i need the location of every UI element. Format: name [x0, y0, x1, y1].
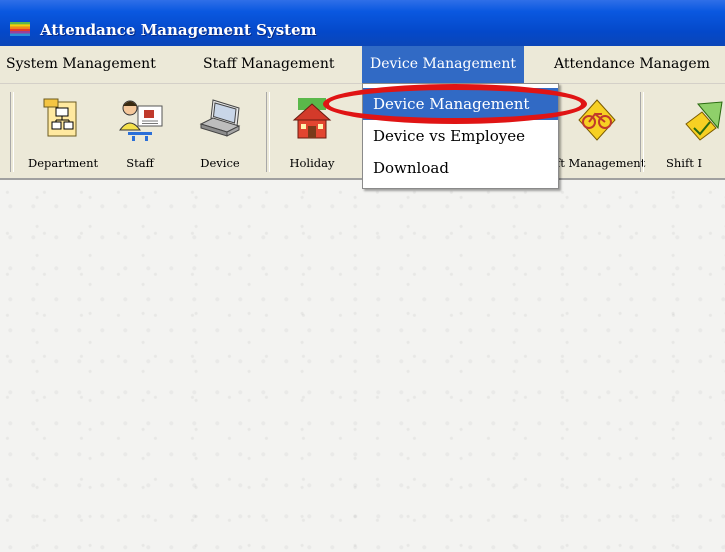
holiday-button[interactable]: Holiday [280, 88, 344, 174]
menu-attendance-management[interactable]: Attendance Managem [554, 46, 710, 83]
title-bar: Attendance Management System [0, 0, 725, 46]
device-label: Device [200, 156, 240, 170]
shift-management-button[interactable]: ft Management [556, 88, 646, 174]
department-button[interactable]: Department [28, 88, 99, 174]
menu-system-management[interactable]: System Management [6, 46, 156, 83]
toolbar-separator [10, 92, 14, 172]
menu-device-management[interactable]: Device Management [362, 46, 524, 83]
device-icon [199, 99, 241, 137]
staff-icon [119, 100, 163, 141]
shift-management-icon [578, 99, 616, 141]
menu-bar: System Management Staff Management Devic… [0, 46, 725, 84]
toolbar-separator [640, 92, 644, 172]
department-icon [43, 98, 77, 137]
shift-button[interactable]: Shift I [666, 88, 725, 174]
device-management-dropdown: Device Management Device vs Employee Dow… [362, 83, 559, 189]
staff-label: Staff [126, 156, 154, 170]
staff-button[interactable]: Staff [112, 88, 168, 174]
workspace-area [0, 180, 725, 552]
toolbar-separator [266, 92, 270, 172]
department-label: Department [28, 156, 99, 170]
menu-staff-management[interactable]: Staff Management [203, 46, 334, 83]
window-title: Attendance Management System [40, 21, 317, 39]
shift-label: Shift I [666, 156, 703, 170]
device-button[interactable]: Device [190, 88, 250, 174]
dropdown-item-download[interactable]: Download [363, 152, 558, 184]
holiday-icon [292, 98, 332, 139]
dropdown-item-device-vs-employee[interactable]: Device vs Employee [363, 120, 558, 152]
apple-app-icon [10, 22, 30, 36]
shift-icon [685, 101, 723, 141]
shift-management-label: ft Management [556, 156, 646, 170]
dropdown-item-device-management[interactable]: Device Management [363, 88, 558, 120]
holiday-label: Holiday [289, 156, 335, 170]
